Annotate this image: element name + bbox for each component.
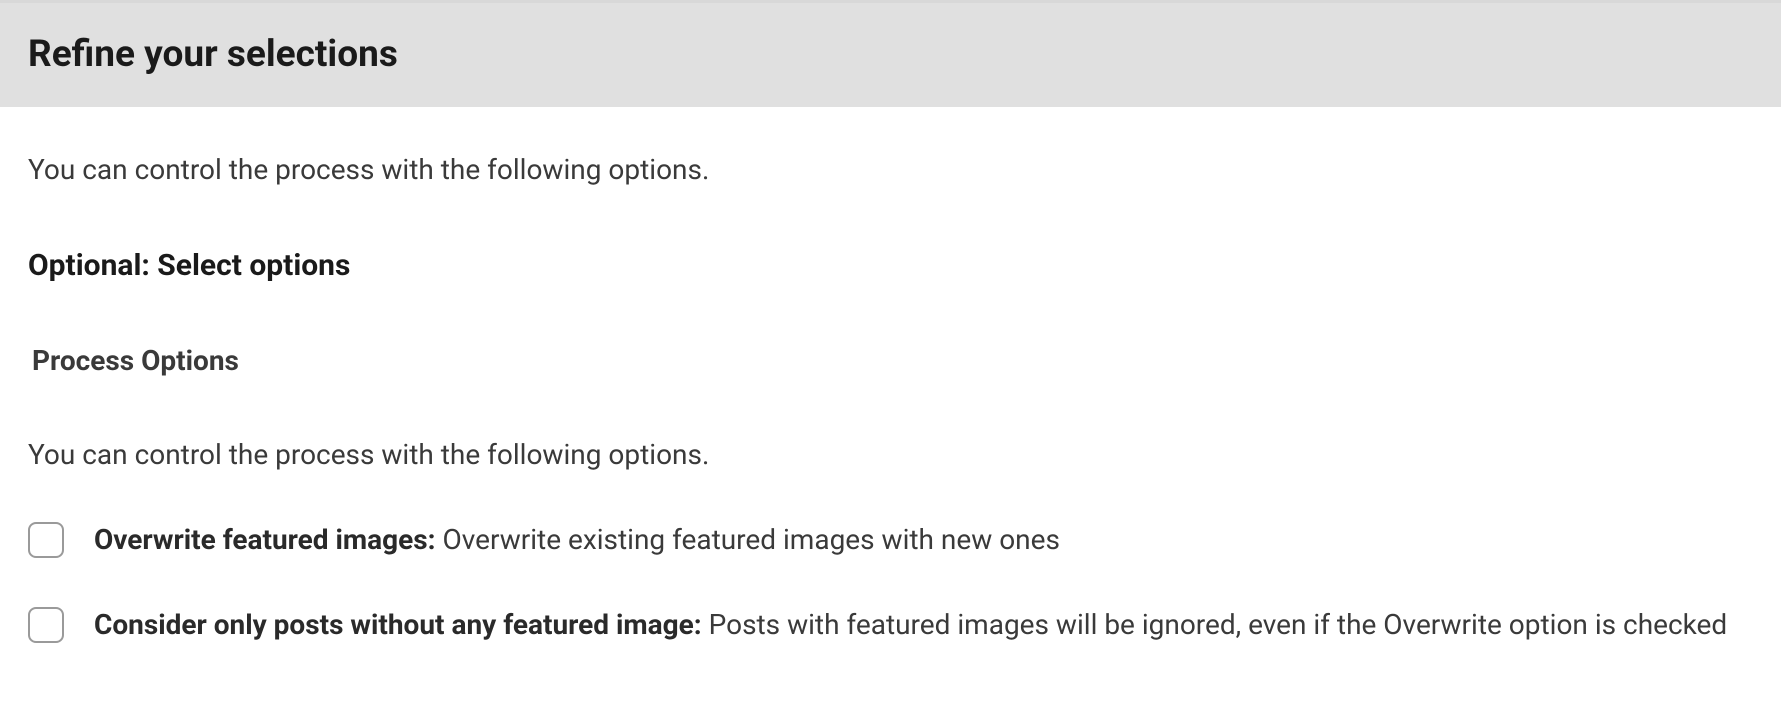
section-header: Refine your selections [0, 0, 1781, 107]
intro-text: You can control the process with the fol… [28, 149, 1753, 191]
consider-only-checkbox[interactable] [28, 607, 64, 643]
content-area: You can control the process with the fol… [0, 149, 1781, 647]
overwrite-desc: Overwrite existing featured images with … [436, 523, 1060, 556]
overwrite-text: Overwrite featured images: Overwrite exi… [94, 518, 1060, 561]
overwrite-checkbox[interactable] [28, 522, 64, 558]
page-title: Refine your selections [28, 27, 1753, 83]
option-consider-only: Consider only posts without any featured… [28, 603, 1753, 646]
process-options-desc: You can control the process with the fol… [28, 434, 1753, 476]
consider-only-desc: Posts with featured images will be ignor… [702, 608, 1728, 641]
consider-only-label: Consider only posts without any featured… [94, 608, 702, 641]
optional-heading: Optional: Select options [28, 243, 1753, 288]
option-overwrite: Overwrite featured images: Overwrite exi… [28, 518, 1753, 561]
overwrite-label: Overwrite featured images: [94, 523, 436, 556]
consider-only-text: Consider only posts without any featured… [94, 603, 1727, 646]
process-options-title: Process Options [28, 340, 1753, 382]
